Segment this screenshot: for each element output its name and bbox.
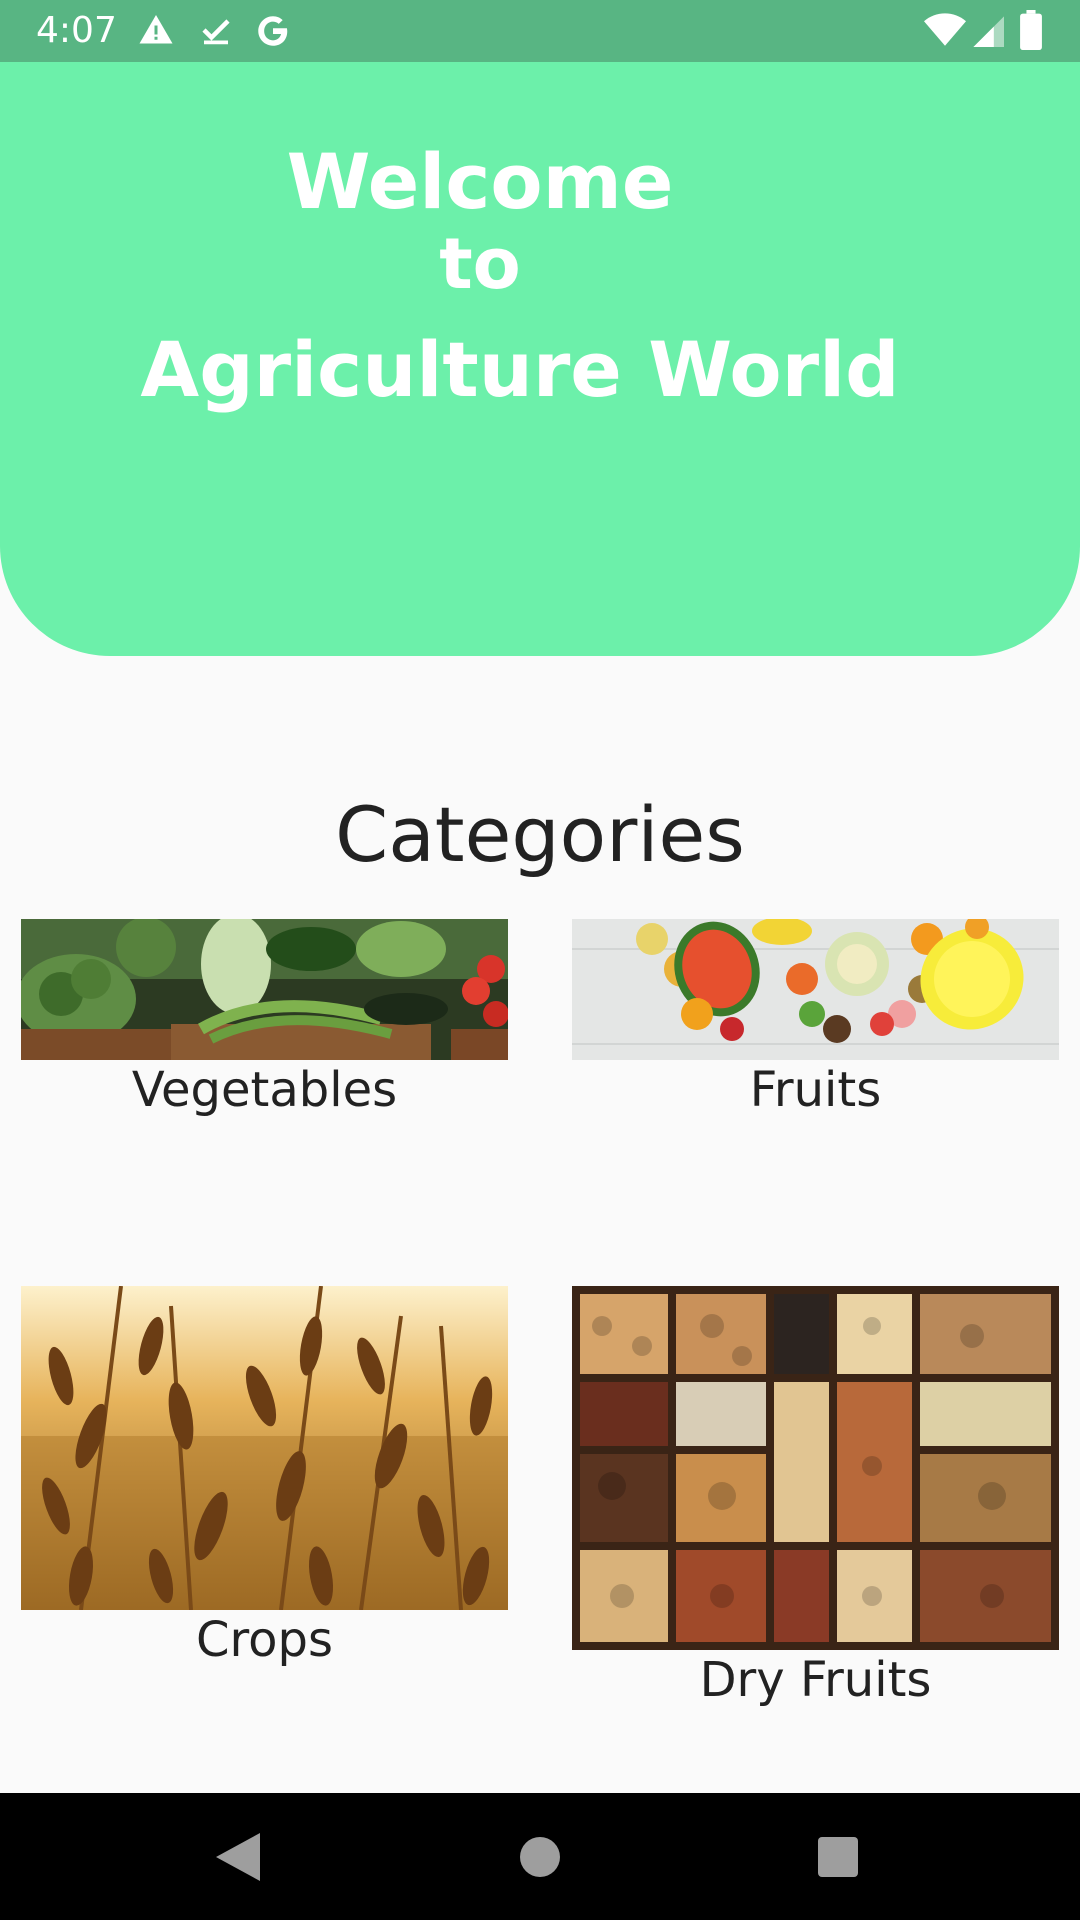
welcome-text: Welcome bbox=[286, 137, 674, 226]
welcome-header: Welcome to Agriculture World bbox=[0, 62, 1080, 656]
navigation-bar bbox=[0, 1793, 1080, 1920]
to-text: to bbox=[439, 223, 521, 305]
app-name-text: Agriculture World bbox=[140, 325, 900, 414]
home-icon[interactable] bbox=[520, 1837, 560, 1877]
signal-icon bbox=[973, 16, 1004, 47]
recents-icon[interactable] bbox=[818, 1837, 858, 1877]
status-bar: 4:07 bbox=[0, 0, 1080, 62]
fruits-label[interactable]: Fruits bbox=[572, 1060, 1059, 1120]
google-icon bbox=[258, 16, 288, 46]
status-time: 4:07 bbox=[36, 10, 117, 51]
back-icon[interactable] bbox=[216, 1833, 260, 1881]
battery-icon bbox=[1020, 10, 1042, 50]
crops-label[interactable]: Crops bbox=[21, 1610, 508, 1670]
categories-title: Categories bbox=[335, 790, 745, 879]
crops-image[interactable] bbox=[21, 1286, 508, 1610]
wifi-icon bbox=[924, 13, 966, 46]
dry-fruits-image[interactable] bbox=[572, 1286, 1059, 1650]
warning-icon bbox=[139, 15, 173, 44]
fruits-image[interactable] bbox=[572, 919, 1059, 1060]
vegetables-label[interactable]: Vegetables bbox=[21, 1060, 508, 1120]
vegetables-image[interactable] bbox=[21, 919, 508, 1060]
dry-fruits-label[interactable]: Dry Fruits bbox=[572, 1650, 1059, 1710]
download-done-icon bbox=[202, 19, 230, 45]
